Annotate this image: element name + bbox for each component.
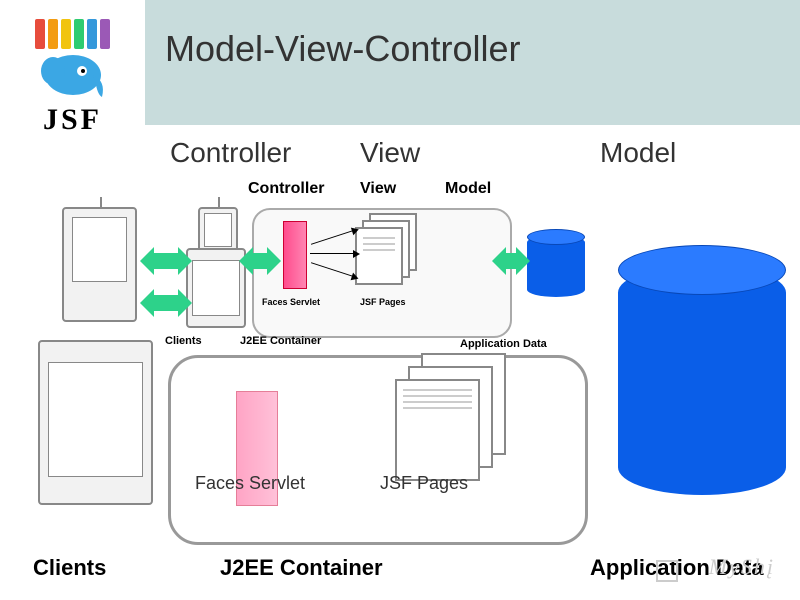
mvc-diagram: Controller View Model Controller View Mo… xyxy=(0,125,800,600)
faces-servlet-small xyxy=(283,221,307,289)
elephant-icon xyxy=(38,53,108,103)
bidir-arrow-icon xyxy=(152,253,180,269)
label-j2ee-container-large: J2EE Container xyxy=(220,555,383,581)
logo-bar xyxy=(74,19,84,49)
j2ee-container-large xyxy=(168,355,588,545)
column-header-view: View xyxy=(360,137,420,169)
page-title: Model-View-Controller xyxy=(165,28,520,70)
label-jsf-pages-small: JSF Pages xyxy=(360,297,406,307)
bidir-arrow-icon xyxy=(504,253,518,269)
inner-header-view: View xyxy=(360,180,396,198)
label-j2ee-container-small: J2EE Container xyxy=(240,335,321,347)
label-jsf-pages-large: JSF Pages xyxy=(380,473,468,494)
label-application-data-small: Application Data xyxy=(460,338,547,350)
database-cylinder-large xyxy=(618,265,786,495)
client-browser-small xyxy=(186,248,246,328)
bidir-arrow-icon xyxy=(251,253,269,269)
logo-bar xyxy=(87,19,97,49)
arrow-icon xyxy=(310,253,354,254)
logo-bar xyxy=(100,19,110,49)
client-browser-large xyxy=(38,340,153,505)
bidir-arrow-icon xyxy=(152,295,180,311)
column-header-controller: Controller xyxy=(170,137,291,169)
header-bar: JSF Model-View-Controller xyxy=(0,0,800,125)
column-header-model: Model xyxy=(600,137,676,169)
watermark-icon xyxy=(656,560,678,582)
database-cylinder-small xyxy=(527,235,585,297)
label-faces-servlet-small: Faces Servlet xyxy=(262,297,320,307)
label-faces-servlet-large: Faces Servlet xyxy=(195,473,305,494)
watermark-text: MyShį xyxy=(709,554,775,580)
label-clients-large: Clients xyxy=(33,555,106,581)
logo-bar xyxy=(35,19,45,49)
logo-bar xyxy=(61,19,71,49)
logo-color-bars xyxy=(35,19,110,49)
inner-header-model: Model xyxy=(445,180,491,198)
inner-header-controller: Controller xyxy=(248,180,324,198)
logo-bar xyxy=(48,19,58,49)
client-pda-large xyxy=(62,207,137,322)
label-clients-small: Clients xyxy=(165,335,202,347)
